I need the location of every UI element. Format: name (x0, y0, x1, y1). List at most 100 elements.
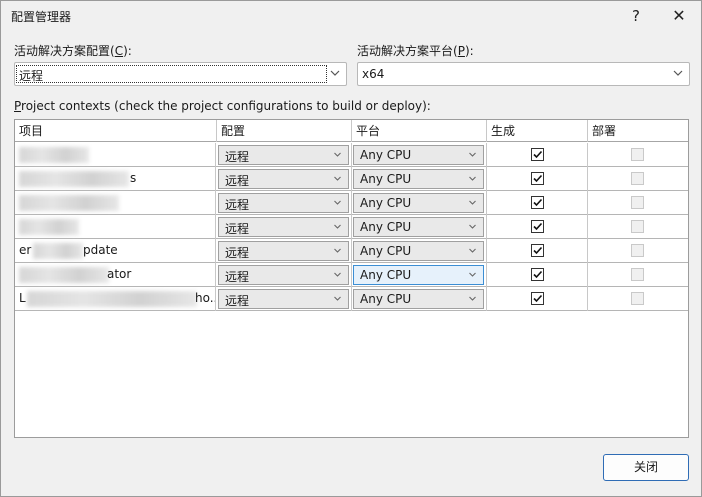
build-checkbox[interactable] (531, 268, 544, 281)
title-bar: 配置管理器 ? ✕ (1, 1, 701, 33)
row-platform-dropdown[interactable]: Any CPU (353, 265, 484, 285)
column-header-config[interactable]: 配置 (217, 120, 352, 142)
row-platform-dropdown[interactable]: Any CPU (353, 241, 484, 261)
row-platform-value: Any CPU (360, 268, 412, 282)
config-cell: 远程 (217, 287, 352, 311)
dialog-title: 配置管理器 (11, 10, 72, 24)
build-cell (487, 143, 588, 167)
project-name-suffix: s (130, 171, 137, 185)
row-platform-value: Any CPU (360, 148, 412, 162)
row-config-value: 远程 (225, 222, 250, 236)
row-config-value: 远程 (225, 150, 250, 164)
deploy-checkbox (631, 172, 644, 185)
checkmark-icon (533, 294, 543, 303)
platform-cell: Any CPU (352, 263, 487, 287)
column-header-deploy[interactable]: 部署 (588, 120, 688, 142)
build-checkbox[interactable] (531, 196, 544, 209)
close-button[interactable]: 关闭 (603, 454, 689, 481)
active-platform-label: 活动解决方案平台(P): (357, 44, 474, 58)
project-name-cell[interactable] (15, 143, 216, 167)
table-row: 远程 Any CPU (15, 191, 688, 215)
platform-cell: Any CPU (352, 167, 487, 191)
deploy-cell (588, 143, 688, 167)
table-row: 远程 Any CPU (15, 215, 688, 239)
row-platform-value: Any CPU (360, 196, 412, 210)
row-platform-dropdown[interactable]: Any CPU (353, 289, 484, 309)
row-config-dropdown[interactable]: 远程 (218, 145, 349, 165)
build-cell (487, 215, 588, 239)
chevron-down-icon (673, 70, 683, 76)
row-platform-dropdown[interactable]: Any CPU (353, 193, 484, 213)
config-cell: 远程 (217, 239, 352, 263)
grid-header: 项目 配置 平台 生成 部署 (15, 120, 688, 142)
table-row: 远程 Any CPU (15, 143, 688, 167)
redacted-text-blur (19, 219, 79, 235)
close-window-button[interactable]: ✕ (665, 5, 693, 27)
build-cell (487, 263, 588, 287)
build-cell (487, 239, 588, 263)
build-checkbox[interactable] (531, 244, 544, 257)
checkmark-icon (533, 270, 543, 279)
checkmark-icon (533, 174, 543, 183)
checkmark-icon (533, 246, 543, 255)
row-config-dropdown[interactable]: 远程 (218, 193, 349, 213)
config-cell: 远程 (217, 263, 352, 287)
chevron-down-icon (334, 200, 341, 205)
config-cell: 远程 (217, 167, 352, 191)
deploy-cell (588, 191, 688, 215)
chevron-down-icon (334, 248, 341, 253)
project-name-cell[interactable] (15, 215, 216, 239)
platform-cell: Any CPU (352, 143, 487, 167)
build-checkbox[interactable] (531, 148, 544, 161)
column-header-platform[interactable]: 平台 (352, 120, 487, 142)
project-name-cell[interactable]: s (15, 167, 216, 191)
config-cell: 远程 (217, 191, 352, 215)
row-config-value: 远程 (225, 198, 250, 212)
project-name-cell[interactable]: er pdate (15, 239, 216, 263)
config-cell: 远程 (217, 215, 352, 239)
project-name-suffix: pdate (83, 243, 118, 257)
active-platform-value: x64 (362, 67, 385, 81)
chevron-down-icon (469, 200, 476, 205)
checkmark-icon (533, 222, 543, 231)
row-config-value: 远程 (225, 174, 250, 188)
build-checkbox[interactable] (531, 220, 544, 233)
project-name-suffix: ho... (195, 291, 215, 305)
active-config-value: 远程 (19, 69, 44, 83)
chevron-down-icon (334, 176, 341, 181)
column-header-build[interactable]: 生成 (487, 120, 588, 142)
project-contexts-grid: 项目 配置 平台 生成 部署 远程 Any CPU s 远程 Any CPU 远程 Any … (14, 119, 689, 438)
deploy-cell (588, 239, 688, 263)
active-config-dropdown[interactable]: 远程 (14, 62, 347, 86)
row-platform-dropdown[interactable]: Any CPU (353, 145, 484, 165)
platform-cell: Any CPU (352, 191, 487, 215)
row-config-dropdown[interactable]: 远程 (218, 169, 349, 189)
focus-rect (16, 65, 327, 83)
deploy-cell (588, 215, 688, 239)
row-platform-dropdown[interactable]: Any CPU (353, 169, 484, 189)
row-config-dropdown[interactable]: 远程 (218, 217, 349, 237)
build-checkbox[interactable] (531, 172, 544, 185)
help-button[interactable]: ? (622, 5, 650, 27)
project-contexts-label: Project contexts (check the project conf… (14, 99, 431, 113)
table-row: er pdate 远程 Any CPU (15, 239, 688, 263)
project-name-cell[interactable]: ator (15, 263, 216, 287)
row-config-dropdown[interactable]: 远程 (218, 241, 349, 261)
chevron-down-icon (469, 296, 476, 301)
row-config-dropdown[interactable]: 远程 (218, 289, 349, 309)
row-config-dropdown[interactable]: 远程 (218, 265, 349, 285)
deploy-cell (588, 287, 688, 311)
column-header-project[interactable]: 项目 (15, 120, 217, 142)
active-platform-dropdown[interactable]: x64 (357, 62, 690, 86)
checkmark-icon (533, 198, 543, 207)
active-config-label: 活动解决方案配置(C): (14, 44, 132, 58)
build-checkbox[interactable] (531, 292, 544, 305)
row-platform-value: Any CPU (360, 220, 412, 234)
project-name-cell[interactable]: Lho... (15, 287, 216, 311)
config-cell: 远程 (217, 143, 352, 167)
row-platform-value: Any CPU (360, 244, 412, 258)
project-name-cell[interactable] (15, 191, 216, 215)
chevron-down-icon (469, 224, 476, 229)
chevron-down-icon (469, 176, 476, 181)
row-platform-dropdown[interactable]: Any CPU (353, 217, 484, 237)
